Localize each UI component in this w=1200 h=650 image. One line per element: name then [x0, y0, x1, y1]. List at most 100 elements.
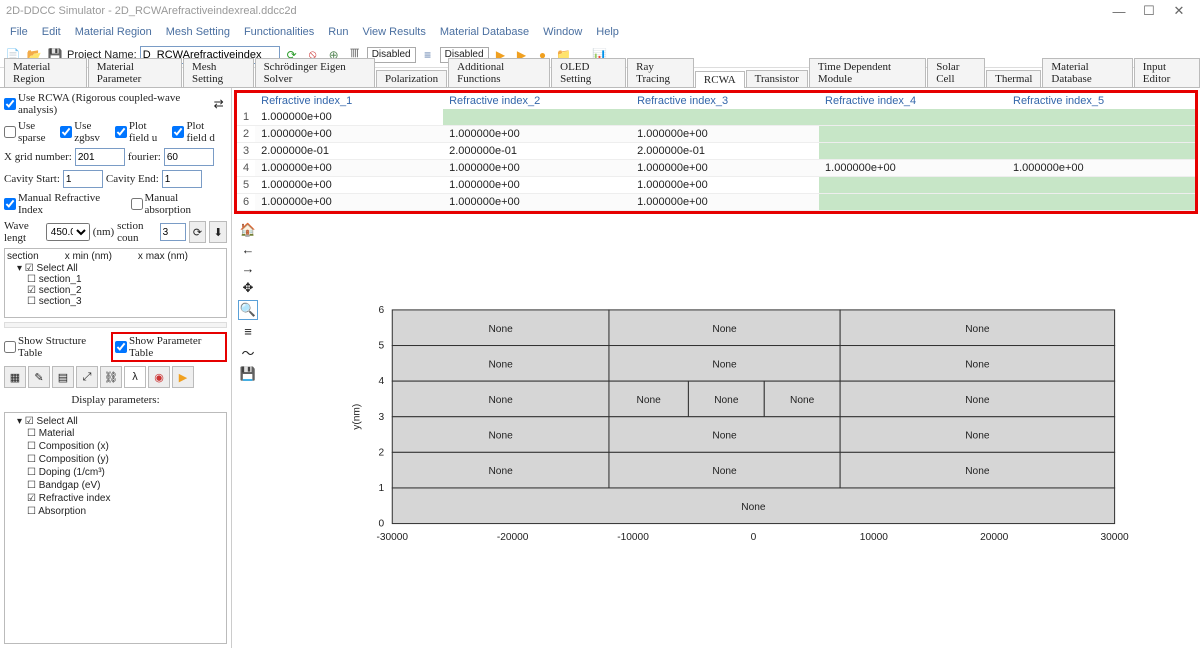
menu-help[interactable]: Help [590, 24, 625, 40]
manual-abs-check[interactable]: Manual absorption [131, 192, 227, 216]
tab-input-editor[interactable]: Input Editor [1134, 58, 1200, 87]
maximize-button[interactable]: ☐ [1134, 3, 1164, 19]
btn-3[interactable]: ▤ [52, 366, 74, 388]
table-cell[interactable]: 1.000000e+00 [255, 160, 443, 177]
save-plot-icon[interactable]: 💾 [240, 366, 256, 382]
param-tree[interactable]: ▾ ☑ Select All ☐ Material ☐ Composition … [4, 412, 227, 644]
table-cell[interactable]: 1.000000e+00 [443, 177, 631, 194]
use-zgbsv-check[interactable]: Use zgbsv [60, 120, 112, 144]
tab-solarcell[interactable]: Solar Cell [927, 58, 985, 87]
btn-2[interactable]: ✎ [28, 366, 50, 388]
tab-time-dependent[interactable]: Time Dependent Module [809, 58, 926, 87]
section-2-item[interactable]: ☑ section_2 [27, 285, 224, 296]
table-cell[interactable]: 1.000000e+00 [1007, 160, 1195, 177]
section-1-item[interactable]: ☐ section_1 [27, 274, 224, 285]
table-cell[interactable]: 1.000000e+00 [255, 194, 443, 211]
table-cell[interactable] [819, 177, 1007, 194]
table-cell[interactable]: 1.000000e+00 [255, 126, 443, 143]
cavity-start-input[interactable] [63, 170, 103, 188]
tab-material-region[interactable]: Material Region [4, 58, 87, 87]
menu-functionalities[interactable]: Functionalities [238, 24, 320, 40]
col-2[interactable]: Refractive index_2 [443, 93, 631, 109]
table-cell[interactable] [631, 109, 819, 126]
col-5[interactable]: Refractive index_5 [1007, 93, 1195, 109]
param-comp-y[interactable]: ☐ Composition (y) [27, 453, 224, 466]
tab-rcwa[interactable]: RCWA [695, 71, 745, 88]
tab-material-parameter[interactable]: Material Parameter [88, 58, 182, 87]
table-cell[interactable]: 1.000000e+00 [631, 160, 819, 177]
forward-icon[interactable]: → [242, 261, 255, 276]
cavity-end-input[interactable] [162, 170, 202, 188]
param-abs[interactable]: ☐ Absorption [27, 505, 224, 518]
table-cell[interactable] [443, 109, 631, 126]
col-1[interactable]: Refractive index_1 [255, 93, 443, 109]
table-cell[interactable] [1007, 177, 1195, 194]
menu-mesh-setting[interactable]: Mesh Setting [160, 24, 236, 40]
table-cell[interactable]: 1.000000e+00 [631, 126, 819, 143]
btn-4[interactable]: ⤢ [76, 366, 98, 388]
pan-icon[interactable]: ✥ [243, 280, 254, 296]
section-tree[interactable]: section x min (nm) x max (nm) ▾ ☑ Select… [4, 248, 227, 318]
table-cell[interactable]: 1.000000e+00 [631, 194, 819, 211]
param-comp-x[interactable]: ☐ Composition (x) [27, 440, 224, 453]
home-icon[interactable]: 🏠 [240, 222, 256, 238]
table-cell[interactable]: 1.000000e+00 [255, 177, 443, 194]
tab-polarization[interactable]: Polarization [376, 70, 447, 87]
play-icon-side[interactable]: ▶ [172, 366, 194, 388]
table-cell[interactable]: 2.000000e-01 [443, 143, 631, 160]
show-structure-check[interactable]: Show Structure Table [4, 335, 108, 359]
plot-d-check[interactable]: Plot field d [172, 120, 227, 144]
menu-file[interactable]: File [4, 24, 34, 40]
tab-thermal[interactable]: Thermal [986, 70, 1041, 87]
record-icon[interactable]: ◉ [148, 366, 170, 388]
menu-material-database[interactable]: Material Database [434, 24, 535, 40]
menu-edit[interactable]: Edit [36, 24, 67, 40]
wave-select[interactable]: 450.0 [46, 223, 90, 241]
col-4[interactable]: Refractive index_4 [819, 93, 1007, 109]
param-material[interactable]: ☐ Material [27, 427, 224, 440]
close-button[interactable]: ✕ [1164, 3, 1194, 19]
tab-matdb[interactable]: Material Database [1042, 58, 1132, 87]
menu-run[interactable]: Run [322, 24, 354, 40]
tab-schrodinger[interactable]: Schrödinger Eigen Solver [255, 58, 375, 87]
zoom-icon[interactable]: 🔍 [238, 300, 258, 320]
section-count-input[interactable] [160, 223, 186, 241]
use-sparse-check[interactable]: Use sparse [4, 120, 57, 144]
back-icon[interactable]: ← [242, 242, 255, 257]
list-icon[interactable]: ≡ [419, 46, 437, 64]
menu-material-region[interactable]: Material Region [69, 24, 158, 40]
plot-u-check[interactable]: Plot field u [115, 120, 170, 144]
tab-oled[interactable]: OLED Setting [551, 58, 626, 87]
tab-mesh-setting[interactable]: Mesh Setting [183, 58, 254, 87]
tab-transistor[interactable]: Transistor [746, 70, 808, 87]
section-3-item[interactable]: ☐ section_3 [27, 296, 224, 307]
menu-window[interactable]: Window [537, 24, 588, 40]
show-parameter-check[interactable]: Show Parameter Table [115, 335, 223, 359]
tab-additional[interactable]: Additional Functions [448, 58, 550, 87]
table-cell[interactable]: 1.000000e+00 [443, 194, 631, 211]
use-rcwa-check[interactable]: Use RCWA (Rigorous coupled-wave analysis… [4, 92, 204, 116]
table-cell[interactable]: 1.000000e+00 [819, 160, 1007, 177]
reload-icon[interactable]: ⟳ [189, 221, 207, 243]
xgrid-input[interactable] [75, 148, 125, 166]
minimize-button[interactable]: — [1104, 4, 1134, 19]
structure-plot[interactable]: NoneNoneNoneNoneNoneNoneNoneNoneNoneNone… [260, 220, 1196, 644]
table-cell[interactable]: 2.000000e-01 [255, 143, 443, 160]
table-cell[interactable]: 1.000000e+00 [443, 126, 631, 143]
config-icon[interactable]: ≡ [244, 324, 252, 339]
param-doping[interactable]: ☐ Doping (1/cm³) [27, 466, 224, 479]
col-3[interactable]: Refractive index_3 [631, 93, 819, 109]
table-cell[interactable]: 1.000000e+00 [255, 109, 443, 126]
table-cell[interactable] [1007, 194, 1195, 211]
scrollbar[interactable] [4, 322, 227, 328]
table-cell[interactable]: 1.000000e+00 [631, 177, 819, 194]
param-bandgap[interactable]: ☐ Bandgap (eV) [27, 479, 224, 492]
lambda-icon[interactable]: λ [124, 366, 146, 388]
table-cell[interactable] [819, 126, 1007, 143]
download-icon[interactable]: ⬇ [209, 221, 227, 243]
menu-view-results[interactable]: View Results [356, 24, 431, 40]
tab-raytracing[interactable]: Ray Tracing [627, 58, 694, 87]
table-cell[interactable] [819, 194, 1007, 211]
table-cell[interactable] [1007, 109, 1195, 126]
param-refr[interactable]: ☑ Refractive index [27, 492, 224, 505]
